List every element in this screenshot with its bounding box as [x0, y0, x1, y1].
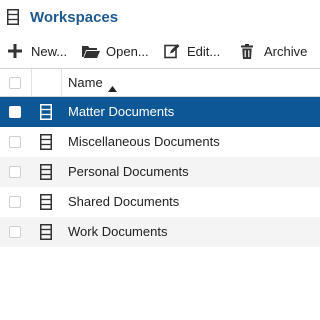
row-name: Shared Documents: [68, 194, 180, 209]
select-all-column: [0, 69, 32, 96]
new-button[interactable]: New...: [8, 38, 67, 64]
row-checkbox[interactable]: [9, 106, 21, 118]
sort-ascending-icon: [108, 79, 117, 97]
edit-button[interactable]: Edit...: [164, 38, 220, 64]
table-row[interactable]: Personal Documents: [0, 157, 320, 187]
row-checkbox[interactable]: [9, 166, 21, 178]
open-button-label: Open...: [106, 43, 149, 59]
trash-icon: [241, 43, 253, 59]
select-all-checkbox[interactable]: [9, 77, 21, 89]
page-title: Workspaces: [30, 9, 119, 26]
row-name: Matter Documents: [68, 104, 175, 119]
edit-button-label: Edit...: [187, 43, 221, 59]
cabinet-icon: [40, 224, 52, 245]
grid-header: Name: [0, 68, 320, 97]
row-name: Work Documents: [68, 224, 168, 239]
icon-column-header: [31, 69, 62, 96]
folder-open-icon: [82, 45, 100, 58]
archive-button[interactable]: Archive: [241, 38, 307, 64]
edit-icon: [164, 43, 180, 59]
row-name: Miscellaneous Documents: [68, 134, 220, 149]
cabinet-icon: [40, 134, 52, 155]
table-row[interactable]: Matter Documents: [0, 97, 320, 127]
table-row[interactable]: Work Documents: [0, 217, 320, 247]
cabinet-icon: [7, 9, 19, 25]
row-checkbox[interactable]: [9, 136, 21, 148]
table-row[interactable]: Miscellaneous Documents: [0, 127, 320, 157]
cabinet-icon: [40, 194, 52, 215]
row-name: Personal Documents: [68, 164, 189, 179]
toolbar: New... Open... Edit... Archive: [0, 38, 320, 64]
row-checkbox[interactable]: [9, 226, 21, 238]
cabinet-icon: [40, 104, 52, 125]
open-button[interactable]: Open...: [82, 38, 149, 64]
archive-button-label: Archive: [264, 43, 308, 59]
row-checkbox[interactable]: [9, 196, 21, 208]
cabinet-icon: [40, 164, 52, 185]
plus-icon: [8, 44, 22, 58]
name-column-header[interactable]: Name: [68, 75, 103, 90]
new-button-label: New...: [31, 43, 68, 59]
table-row[interactable]: Shared Documents: [0, 187, 320, 217]
header: Workspaces: [0, 0, 320, 36]
workspaces-grid: Name Matter Documents Miscellaneous Docu…: [0, 68, 320, 247]
